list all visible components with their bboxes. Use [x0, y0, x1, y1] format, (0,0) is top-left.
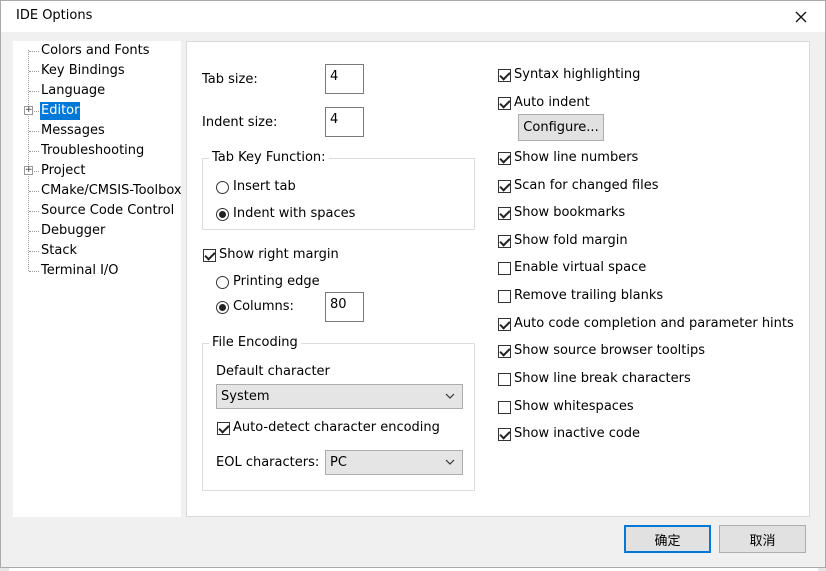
columns-radio[interactable]	[216, 301, 229, 314]
cancel-button[interactable]: 取消	[719, 525, 806, 553]
tab-size-input[interactable]: 4	[325, 64, 364, 94]
insert-tab-radio[interactable]	[216, 181, 229, 194]
option-label: Show fold margin	[514, 233, 628, 248]
tree-connector-branch	[29, 191, 39, 192]
tab-key-function-group: Tab Key Function: Insert tab Indent with…	[202, 150, 475, 230]
option-checkbox[interactable]	[498, 207, 511, 220]
title-bar: IDE Options	[1, 1, 825, 32]
tree-item[interactable]: Source Code Control	[40, 202, 175, 220]
option-label: Scan for changed files	[514, 178, 659, 193]
auto-detect-checkbox[interactable]	[217, 422, 230, 435]
file-encoding-group-title: File Encoding	[209, 335, 301, 350]
window-title: IDE Options	[16, 8, 93, 23]
tab-key-group-title: Tab Key Function:	[209, 150, 329, 165]
indent-size-label: Indent size:	[202, 115, 278, 130]
indent-spaces-radio[interactable]	[216, 208, 229, 221]
option-checkbox[interactable]	[498, 152, 511, 165]
eol-characters-label: EOL characters:	[216, 455, 320, 470]
configure-button[interactable]: Configure...	[518, 114, 604, 141]
chevron-down-icon	[445, 393, 455, 399]
option-checkbox[interactable]	[498, 180, 511, 193]
tree-item[interactable]: Stack	[40, 242, 78, 260]
insert-tab-label: Insert tab	[233, 179, 296, 194]
option-checkbox[interactable]	[498, 69, 511, 82]
auto-detect-label: Auto-detect character encoding	[233, 420, 440, 435]
option-label: Syntax highlighting	[514, 67, 641, 82]
option-checkbox[interactable]	[498, 290, 511, 303]
tree-item[interactable]: Editor	[40, 102, 81, 120]
chevron-down-icon	[445, 459, 455, 465]
option-label: Show line numbers	[514, 150, 639, 165]
option-checkbox[interactable]	[498, 428, 511, 441]
file-encoding-group: File Encoding Default character System A…	[202, 335, 475, 491]
tree-item[interactable]: Key Bindings	[40, 62, 126, 80]
tree-item[interactable]: Terminal I/O	[40, 262, 120, 280]
eol-characters-select[interactable]: PC	[325, 450, 463, 475]
tree-item[interactable]: Messages	[40, 122, 106, 140]
tree-item[interactable]: Project	[40, 162, 86, 180]
tree-item[interactable]: Language	[40, 82, 106, 100]
show-right-margin-label: Show right margin	[219, 247, 339, 262]
option-checkbox[interactable]	[498, 345, 511, 358]
ide-options-dialog: IDE Options Colors and Fonts Key Bindings…	[0, 0, 826, 568]
tree-connector-branch	[29, 271, 39, 272]
option-label: Show bookmarks	[514, 205, 626, 220]
default-character-value: System	[221, 389, 270, 404]
option-checkbox[interactable]	[498, 373, 511, 386]
option-checkbox[interactable]	[498, 235, 511, 248]
tree-connector-branch	[29, 231, 39, 232]
option-checkbox[interactable]	[498, 97, 511, 110]
tree-connector-branch	[29, 251, 39, 252]
tree-connector-branch	[29, 151, 39, 152]
options-tree: Colors and Fonts Key Bindings Language + Edi…	[13, 41, 183, 517]
option-checkbox[interactable]	[498, 401, 511, 414]
printing-edge-label: Printing edge	[233, 274, 320, 289]
tree-item[interactable]: Debugger	[40, 222, 106, 240]
show-right-margin-checkbox[interactable]	[203, 249, 216, 262]
printing-edge-radio[interactable]	[216, 276, 229, 289]
default-character-label: Default character	[216, 364, 330, 379]
eol-characters-value: PC	[330, 455, 347, 470]
tree-connector-branch	[29, 131, 39, 132]
close-icon	[795, 11, 807, 22]
columns-label: Columns:	[233, 299, 294, 314]
tree-connector-branch	[29, 91, 39, 92]
tab-size-label: Tab size:	[202, 72, 258, 87]
tree-connector-line	[28, 50, 29, 271]
option-checkbox[interactable]	[498, 318, 511, 331]
option-label: Enable virtual space	[514, 260, 647, 275]
columns-input[interactable]: 80	[325, 292, 364, 322]
indent-size-input[interactable]: 4	[325, 107, 364, 137]
option-label: Show line break characters	[514, 371, 691, 386]
tree-expand-icon[interactable]: +	[24, 166, 33, 175]
ok-button[interactable]: 确定	[624, 525, 711, 553]
option-label: Show source browser tooltips	[514, 343, 706, 358]
tree-connector-branch	[29, 211, 39, 212]
option-checkbox[interactable]	[498, 262, 511, 275]
editor-options-panel: Tab size: 4 Indent size: 4 Tab Key Funct…	[186, 41, 810, 517]
tree-item[interactable]: Colors and Fonts	[40, 42, 151, 60]
option-label: Remove trailing blanks	[514, 288, 664, 303]
option-label: Auto code completion and parameter hints	[514, 316, 794, 331]
default-character-select[interactable]: System	[216, 384, 463, 409]
tree-expand-icon[interactable]: +	[24, 106, 33, 115]
option-label: Show inactive code	[514, 426, 641, 441]
tree-connector-branch	[29, 71, 39, 72]
option-label: Auto indent	[514, 95, 590, 110]
tree-connector-branch	[29, 51, 39, 52]
option-label: Show whitespaces	[514, 399, 634, 414]
tree-item[interactable]: Troubleshooting	[40, 142, 145, 160]
tree-item[interactable]: CMake/CMSIS-Toolbox	[40, 182, 183, 200]
close-button[interactable]	[781, 1, 821, 32]
indent-spaces-label: Indent with spaces	[233, 206, 356, 221]
